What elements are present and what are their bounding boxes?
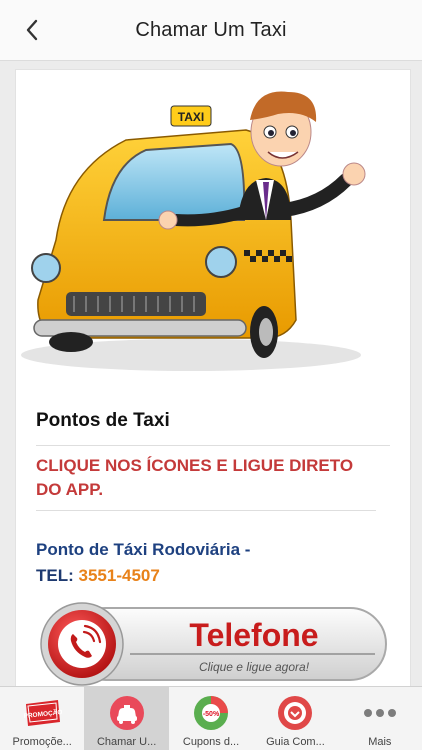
chevron-left-icon xyxy=(26,19,38,41)
app-screen: Chamar Um Taxi TAXI Pontos de Taxi CLIQU… xyxy=(0,0,422,750)
coupon-badge-text: -50% xyxy=(203,711,220,718)
bottom-tab-bar: PROMOÇÃO Promoçõe... Chamar U... -50% Cu… xyxy=(0,686,422,750)
tel-number[interactable]: 3551-4507 xyxy=(79,566,160,585)
coupon-icon: -50% xyxy=(194,696,229,730)
phone-call-button[interactable]: Telefone Clique e ligue agora! xyxy=(40,602,390,686)
guide-icon xyxy=(278,696,313,730)
tab-label: Cupons d... xyxy=(182,736,240,748)
section-title: Pontos de Taxi xyxy=(36,410,170,431)
tab-label: Promoçõe... xyxy=(12,736,72,748)
more-icon xyxy=(363,709,396,717)
taxi-point-phone: TEL: 3551-4507 xyxy=(36,566,160,586)
divider xyxy=(36,510,376,511)
tab-label: Guia Com... xyxy=(266,736,325,748)
page-title: Chamar Um Taxi xyxy=(135,18,287,41)
tab-promocoes[interactable]: PROMOÇÃO Promoçõe... xyxy=(0,687,84,750)
phone-button-subtitle: Clique e ligue agora! xyxy=(199,660,310,674)
taxi-sign-text: TAXI xyxy=(178,110,204,124)
back-button[interactable] xyxy=(18,16,46,44)
call-instruction: CLIQUE NOS ÍCONES E LIGUE DIRETO DO APP. xyxy=(36,456,354,499)
tab-guia-comercial[interactable]: Guia Com... xyxy=(253,687,337,750)
tel-label: TEL: xyxy=(36,566,74,585)
tab-label: Mais xyxy=(368,736,392,748)
phone-button-label: Telefone xyxy=(189,617,318,653)
tab-mais[interactable]: Mais xyxy=(338,687,422,750)
content-card: TAXI Pontos de Taxi CLIQUE NOS ÍCONES E … xyxy=(15,69,411,689)
taxi-icon xyxy=(109,696,144,730)
divider xyxy=(36,445,390,446)
tab-chamar-um-taxi[interactable]: Chamar U... xyxy=(84,687,169,750)
taxi-point-name: Ponto de Táxi Rodoviária - xyxy=(36,540,251,559)
promo-badge-icon: PROMOÇÃO xyxy=(23,700,62,726)
taxi-illustration: TAXI xyxy=(16,70,410,385)
tab-cupons[interactable]: -50% Cupons d... xyxy=(169,687,253,750)
tab-label: Chamar U... xyxy=(96,736,157,748)
top-bar: Chamar Um Taxi xyxy=(0,0,422,61)
